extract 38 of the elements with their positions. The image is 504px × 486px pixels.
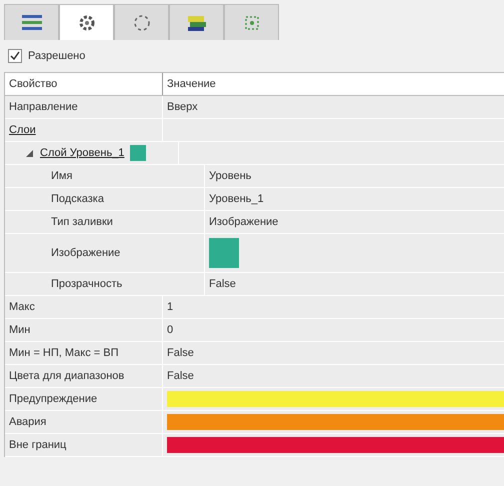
property-name: Мин = НП, Макс = ВП	[5, 342, 163, 364]
property-name: Подсказка	[5, 188, 205, 210]
property-name: Макс	[5, 296, 163, 318]
property-value[interactable]: False	[205, 273, 504, 295]
property-name: Изображение	[5, 234, 205, 272]
checkbox[interactable]	[8, 49, 22, 63]
column-header: Значение	[166, 77, 217, 92]
property-value[interactable]: Уровень	[205, 165, 504, 187]
expand-toggle[interactable]	[25, 148, 34, 158]
property-name: Авария	[5, 411, 163, 433]
tab[interactable]	[59, 4, 114, 40]
column-header: Свойство	[5, 73, 163, 95]
property-name: Мин	[5, 319, 163, 341]
property-value[interactable]: 1	[163, 296, 504, 318]
property-value[interactable]: Изображение	[205, 211, 504, 233]
property-name: Направление	[5, 96, 163, 118]
list-icon	[20, 12, 42, 32]
gear-icon	[76, 12, 96, 32]
color-swatch[interactable]	[167, 414, 504, 430]
color-swatch[interactable]	[167, 391, 504, 407]
color-swatch[interactable]	[167, 437, 504, 453]
property-value[interactable]: Вверх	[163, 96, 504, 118]
property-value[interactable]: False	[163, 365, 504, 387]
property-value[interactable]: 0	[163, 319, 504, 341]
tab[interactable]	[4, 4, 59, 40]
property-name: Вне границ	[5, 434, 163, 456]
property-value[interactable]: False	[163, 342, 504, 364]
circle-icon	[132, 12, 152, 32]
property-name: Предупреждение	[5, 388, 163, 410]
property-name: Тип заливки	[5, 211, 205, 233]
layer-link[interactable]: Слой Уровень_1	[40, 147, 124, 159]
tab[interactable]	[169, 4, 224, 40]
property-name: Прозрачность	[5, 273, 205, 295]
property-name: Имя	[5, 165, 205, 187]
image-swatch[interactable]	[209, 238, 239, 268]
property-value[interactable]: Уровень_1	[205, 188, 504, 210]
property-name: Цвета для диапазонов	[5, 365, 163, 387]
checkbox-label: Разрешено	[28, 50, 86, 62]
